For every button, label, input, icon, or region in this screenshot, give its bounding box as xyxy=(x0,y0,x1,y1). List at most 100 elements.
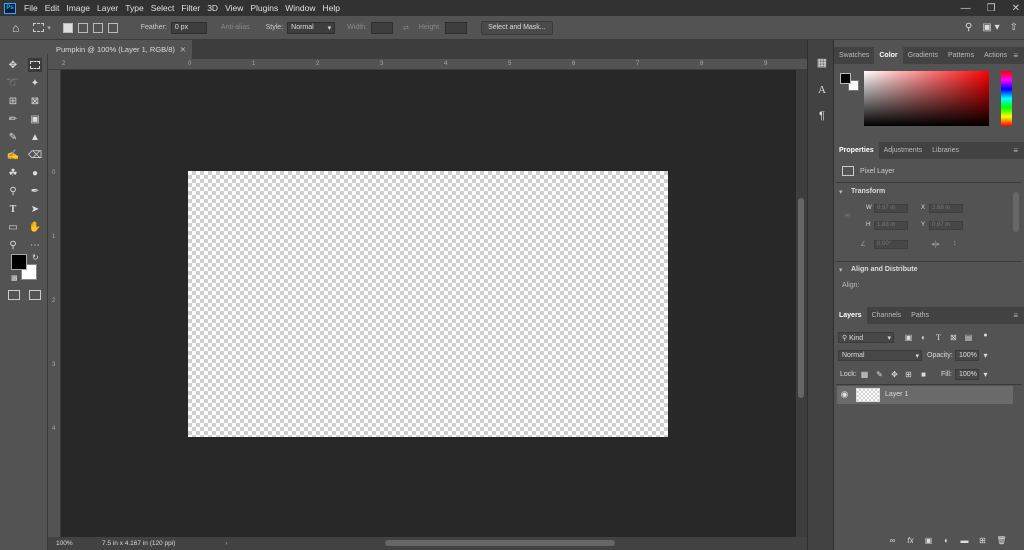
panel-menu-icon[interactable]: ≡ xyxy=(1013,311,1018,320)
tab-color[interactable]: Color xyxy=(874,47,903,64)
flip-vertical-icon[interactable]: ↕ xyxy=(953,240,957,247)
add-to-selection-icon[interactable] xyxy=(77,22,88,33)
history-brush-tool-icon[interactable]: ✍ xyxy=(6,148,20,162)
tab-gradients[interactable]: Gradients xyxy=(903,47,943,64)
rectangular-marquee-tool-icon[interactable] xyxy=(28,58,42,72)
transform-section-title[interactable]: Transform xyxy=(851,188,885,195)
style-select[interactable]: Normal ▾ xyxy=(287,21,336,34)
tab-layers[interactable]: Layers xyxy=(834,307,867,324)
horizontal-ruler[interactable]: 2 0 1 2 3 4 5 6 7 8 9 xyxy=(48,59,807,70)
properties-scrollbar[interactable] xyxy=(1013,192,1019,232)
screen-mode-icon[interactable] xyxy=(29,290,41,300)
panel-menu-icon[interactable]: ≡ xyxy=(1013,51,1018,60)
filter-type-icon[interactable]: T xyxy=(933,332,944,343)
brush-tool-icon[interactable]: ✎ xyxy=(6,130,20,144)
lock-all-icon[interactable]: ■ xyxy=(918,369,929,380)
spot-healing-tool-icon[interactable]: ▣ xyxy=(28,112,42,126)
layer-filter-select[interactable]: ⚲ Kind ▾ xyxy=(838,332,894,343)
chevron-down-icon[interactable]: ▾ xyxy=(47,24,51,32)
opacity-field[interactable]: 100% xyxy=(955,350,979,361)
photoshop-logo-icon[interactable]: Ps xyxy=(4,2,16,14)
search-icon[interactable]: ⚲ xyxy=(965,22,972,33)
lock-position-icon[interactable]: ✥ xyxy=(889,369,900,380)
path-selection-tool-icon[interactable]: ➤ xyxy=(28,202,42,216)
flip-horizontal-icon[interactable]: ◂|▸ xyxy=(931,240,940,248)
filter-adjustment-icon[interactable]: ◐ xyxy=(918,332,929,343)
restore-icon[interactable]: ❐ xyxy=(987,3,996,14)
menu-3d[interactable]: 3D xyxy=(207,3,218,13)
hand-tool-icon[interactable]: ✋ xyxy=(28,220,42,234)
tab-properties[interactable]: Properties xyxy=(834,142,879,159)
filter-toggle-icon[interactable]: ● xyxy=(980,330,991,341)
document-tab[interactable]: Pumpkin @ 100% (Layer 1, RGB/8) ✕ xyxy=(48,40,192,59)
intersect-selection-icon[interactable] xyxy=(107,22,118,33)
menu-edit[interactable]: Edit xyxy=(45,3,60,13)
chevron-right-icon[interactable]: › xyxy=(225,540,227,547)
libraries-icon[interactable]: ▦ xyxy=(814,54,830,70)
magic-wand-tool-icon[interactable]: ✦ xyxy=(28,76,42,90)
clone-stamp-tool-icon[interactable]: ▲ xyxy=(28,130,42,144)
new-selection-icon[interactable] xyxy=(62,22,73,33)
vertical-scroll-thumb[interactable] xyxy=(798,198,804,398)
filter-smart-object-icon[interactable]: ▤ xyxy=(963,332,974,343)
foreground-color-swatch[interactable] xyxy=(11,254,27,270)
fill-field[interactable]: 100% xyxy=(955,369,979,380)
angle-field[interactable]: 0.00° xyxy=(874,240,908,249)
dodge-tool-icon[interactable]: ⚲ xyxy=(6,184,20,198)
tab-libraries[interactable]: Libraries xyxy=(927,142,964,159)
hue-slider[interactable] xyxy=(1001,71,1012,126)
horizontal-scroll-thumb[interactable] xyxy=(385,540,615,546)
chevron-down-icon[interactable]: ▾ xyxy=(839,188,843,196)
chevron-down-icon[interactable]: ▾ xyxy=(980,369,991,380)
zoom-tool-icon[interactable]: ⚲ xyxy=(6,238,20,252)
tab-swatches[interactable]: Swatches xyxy=(834,47,874,64)
paragraph-panel-icon[interactable]: ¶ xyxy=(814,108,830,124)
eye-icon[interactable]: ◉ xyxy=(839,389,850,400)
minimize-icon[interactable]: — xyxy=(961,3,971,14)
link-layers-icon[interactable]: ∞ xyxy=(887,535,898,546)
default-colors-icon[interactable]: ▩ xyxy=(11,274,18,282)
menu-filter[interactable]: Filter xyxy=(181,3,200,13)
marquee-preset-icon[interactable] xyxy=(33,23,45,32)
tab-paths[interactable]: Paths xyxy=(906,307,934,324)
swap-dimensions-icon[interactable]: ⇄ xyxy=(403,24,409,32)
height-field[interactable]: 1.88 in xyxy=(874,221,908,230)
select-and-mask-button[interactable]: Select and Mask... xyxy=(481,20,553,35)
lock-image-pixels-icon[interactable]: ✎ xyxy=(874,369,885,380)
blur-tool-icon[interactable]: ● xyxy=(28,166,42,180)
eraser-tool-icon[interactable]: ⌫ xyxy=(28,148,42,162)
layer-style-icon[interactable]: fx xyxy=(905,535,916,546)
y-field[interactable]: 0.97 in xyxy=(929,221,963,230)
link-dimensions-icon[interactable]: ∞ xyxy=(845,212,850,219)
lasso-tool-icon[interactable]: ➰ xyxy=(6,76,20,90)
adjustment-layer-icon[interactable]: ◐ xyxy=(941,535,952,546)
tab-adjustments[interactable]: Adjustments xyxy=(879,142,928,159)
blend-mode-select[interactable]: Normal ▾ xyxy=(838,350,922,361)
menu-file[interactable]: File xyxy=(24,3,38,13)
color-field[interactable] xyxy=(864,71,989,126)
close-icon[interactable]: ✕ xyxy=(1012,3,1020,14)
chevron-down-icon[interactable]: ▾ xyxy=(839,266,843,274)
add-mask-icon[interactable]: ▣ xyxy=(923,535,934,546)
menu-view[interactable]: View xyxy=(225,3,243,13)
document-canvas[interactable] xyxy=(188,171,668,437)
tab-channels[interactable]: Channels xyxy=(867,307,907,324)
share-icon[interactable]: ⇧ xyxy=(1010,22,1018,33)
type-tool-icon[interactable]: T xyxy=(6,202,20,216)
menu-help[interactable]: Help xyxy=(322,3,339,13)
align-section-title[interactable]: Align and Distribute xyxy=(851,266,918,273)
menu-type[interactable]: Type xyxy=(125,3,143,13)
rectangle-tool-icon[interactable]: ▭ xyxy=(6,220,20,234)
width-input[interactable] xyxy=(371,21,393,34)
layer-name[interactable]: Layer 1 xyxy=(885,391,908,398)
lock-artboard-icon[interactable]: ⊞ xyxy=(903,369,914,380)
panel-menu-icon[interactable]: ≡ xyxy=(1013,146,1018,155)
new-layer-icon[interactable]: ⊞ xyxy=(977,535,988,546)
character-panel-icon[interactable]: A xyxy=(814,82,830,98)
close-document-icon[interactable]: ✕ xyxy=(180,45,186,54)
tab-patterns[interactable]: Patterns xyxy=(943,47,979,64)
filter-pixel-icon[interactable]: ▣ xyxy=(903,332,914,343)
new-group-icon[interactable]: ▬ xyxy=(959,535,970,546)
foreground-color-swatch[interactable] xyxy=(840,73,851,84)
menu-select[interactable]: Select xyxy=(151,3,175,13)
